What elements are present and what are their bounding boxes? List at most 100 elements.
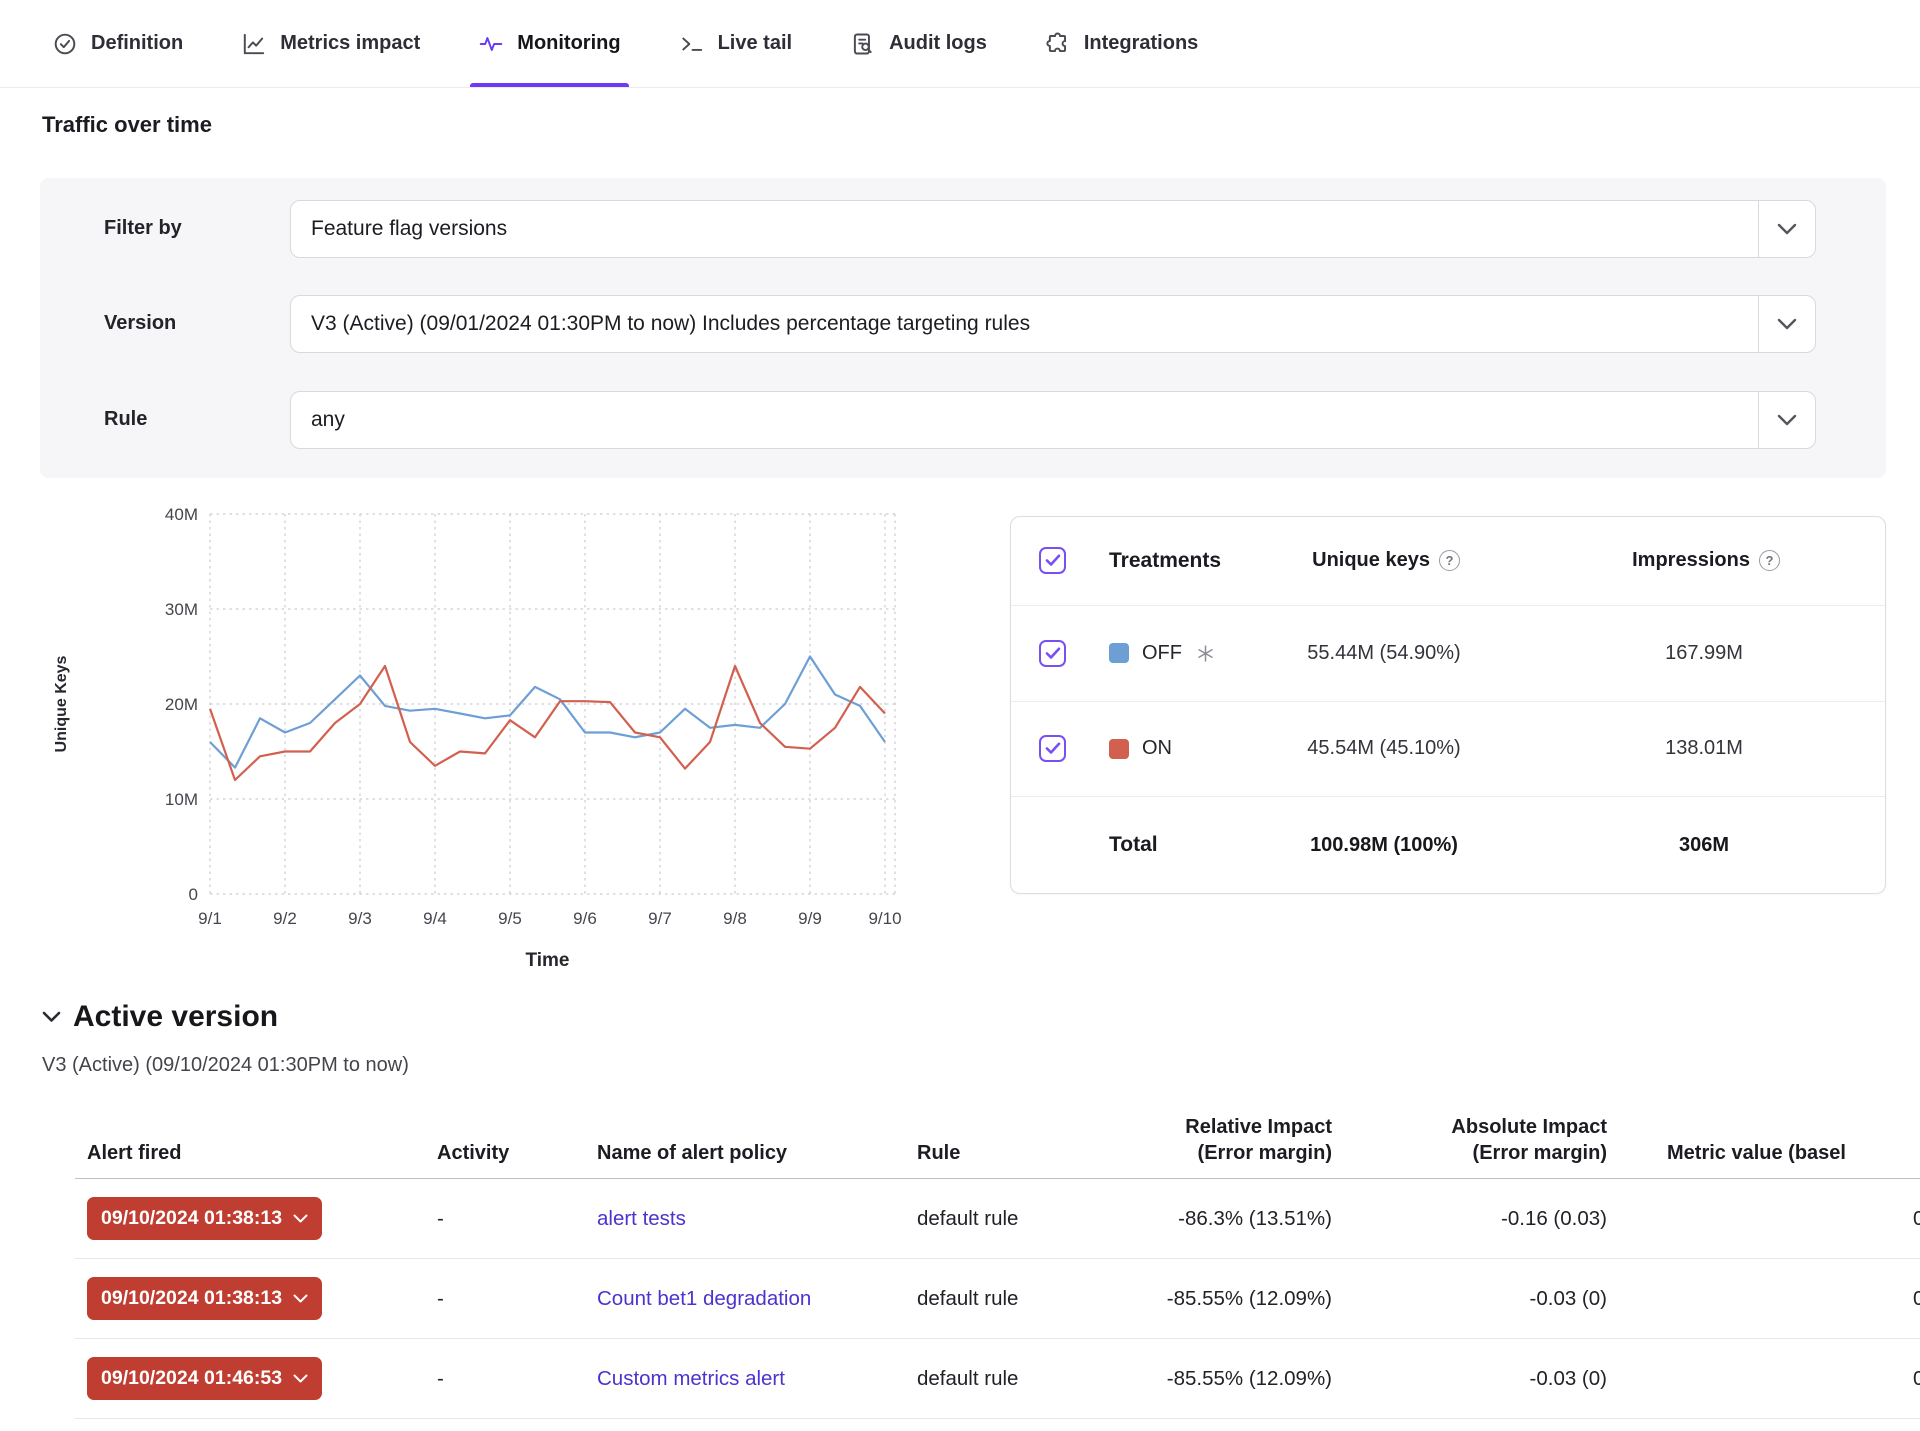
treatment-name: OFF [1142, 642, 1182, 665]
alerts-table: Alert firedActivityName of alert policyR… [75, 1095, 1920, 1419]
select-value: V3 (Active) (09/01/2024 01:30PM to now) … [291, 312, 1030, 336]
treatment-row-on: ON 45.54M (45.10%) 138.01M [1011, 701, 1885, 797]
tab-metrics-impact[interactable]: Metrics impact [241, 0, 420, 87]
monitoring-icon [478, 31, 504, 57]
relative-impact-cell: -86.3% (13.51%) [1120, 1207, 1340, 1231]
select-all-checkbox[interactable] [1039, 547, 1066, 574]
svg-text:Time: Time [525, 950, 569, 971]
alert-fired-badge[interactable]: 09/10/2024 01:46:53 [87, 1357, 322, 1400]
chevron-down-icon[interactable] [1759, 414, 1815, 426]
metrics-impact-icon [241, 31, 267, 57]
alert-fired-badge[interactable]: 09/10/2024 01:38:13 [87, 1277, 322, 1320]
treatments-total-row: Total 100.98M (100%) 306M [1011, 796, 1885, 893]
svg-text:9/8: 9/8 [723, 909, 747, 928]
svg-text:0: 0 [189, 885, 198, 904]
impressions-value: 167.99M [1549, 642, 1859, 665]
alert-policy-link[interactable]: alert tests [597, 1207, 686, 1230]
unique-keys-value: 45.54M (45.10%) [1219, 737, 1549, 760]
treatment-color-swatch [1109, 739, 1129, 759]
treatment-color-swatch [1109, 643, 1129, 663]
tab-label: Live tail [718, 32, 792, 55]
chevron-down-icon [293, 1294, 308, 1303]
help-icon[interactable]: ? [1759, 550, 1780, 571]
impressions-column-header: Impressions? [1551, 549, 1861, 572]
svg-text:9/2: 9/2 [273, 909, 297, 928]
alert-fired-timestamp: 09/10/2024 01:46:53 [101, 1367, 282, 1390]
audit-logs-icon [850, 31, 876, 57]
rule-cell: default rule [905, 1287, 1120, 1311]
absolute-impact-cell: -0.16 (0.03) [1340, 1207, 1615, 1231]
alerts-table-wrap: Alert firedActivityName of alert policyR… [75, 1095, 1920, 1425]
column-header: Activity [425, 1140, 585, 1166]
absolute-impact-cell: -0.03 (0) [1340, 1287, 1615, 1311]
tab-live-tail[interactable]: Live tail [679, 0, 792, 87]
treatments-header-row: Treatments Unique keys? Impressions? [1011, 517, 1885, 605]
impressions-value: 138.01M [1549, 737, 1859, 760]
tab-definition[interactable]: Definition [52, 0, 183, 87]
tab-audit-logs[interactable]: Audit logs [850, 0, 987, 87]
activity-cell: - [425, 1287, 585, 1311]
chevron-down-icon [293, 1374, 308, 1383]
chevron-down-icon[interactable] [1759, 318, 1815, 330]
absolute-impact-cell: -0.03 (0) [1340, 1367, 1615, 1391]
alerts-header-row: Alert firedActivityName of alert policyR… [75, 1095, 1920, 1179]
tab-label: Definition [91, 32, 183, 55]
alert-policy-link[interactable]: Custom metrics alert [597, 1367, 785, 1390]
treatments-column-header: Treatments [1109, 549, 1221, 573]
active-version-header[interactable]: Active version [42, 1000, 278, 1034]
tab-label: Monitoring [517, 32, 620, 55]
rule-cell: default rule [905, 1207, 1120, 1231]
treatment-name: ON [1142, 737, 1172, 760]
column-header: Alert fired [75, 1140, 425, 1166]
svg-text:40M: 40M [165, 505, 198, 524]
filter-label-version: Version [104, 312, 176, 335]
version-select[interactable]: V3 (Active) (09/01/2024 01:30PM to now) … [290, 295, 1816, 353]
tab-monitoring[interactable]: Monitoring [478, 0, 620, 87]
svg-text:9/6: 9/6 [573, 909, 597, 928]
svg-text:9/3: 9/3 [348, 909, 372, 928]
alert-fired-badge[interactable]: 09/10/2024 01:38:13 [87, 1197, 322, 1240]
column-header: Relative Impact(Error margin) [1120, 1114, 1340, 1166]
svg-text:9/4: 9/4 [423, 909, 447, 928]
relative-impact-cell: -85.55% (12.09%) [1120, 1367, 1340, 1391]
tab-bar: Definition Metrics impact Monitoring Live t… [0, 0, 1920, 88]
column-header: Name of alert policy [585, 1140, 905, 1166]
treatment-on-checkbox[interactable] [1039, 735, 1066, 762]
traffic-over-time-chart: 010M20M30M40M9/19/29/39/49/59/69/79/89/9… [40, 500, 960, 1000]
active-version-subtitle: V3 (Active) (09/10/2024 01:30PM to now) [42, 1054, 409, 1077]
tab-integrations[interactable]: Integrations [1045, 0, 1198, 87]
chevron-down-icon [293, 1214, 308, 1223]
total-unique-keys: 100.98M (100%) [1219, 834, 1549, 857]
total-impressions: 306M [1549, 834, 1859, 857]
svg-text:9/7: 9/7 [648, 909, 672, 928]
filter-label-filter-by: Filter by [104, 217, 182, 240]
alert-row: 09/10/2024 01:38:13 - Count bet1 degrada… [75, 1259, 1920, 1339]
chevron-down-icon[interactable] [42, 1011, 61, 1023]
monitoring-page: Definition Metrics impact Monitoring Live t… [0, 0, 1920, 1431]
help-icon[interactable]: ? [1439, 550, 1460, 571]
unique-keys-value: 55.44M (54.90%) [1219, 642, 1549, 665]
chevron-down-icon[interactable] [1759, 223, 1815, 235]
unique-keys-column-header: Unique keys? [1221, 549, 1551, 572]
alert-row: 09/10/2024 01:46:53 - Custom metrics ale… [75, 1339, 1920, 1419]
total-label: Total [1109, 833, 1219, 857]
svg-text:9/5: 9/5 [498, 909, 522, 928]
alert-policy-link[interactable]: Count bet1 degradation [597, 1287, 811, 1310]
treatment-off-checkbox[interactable] [1039, 640, 1066, 667]
relative-impact-cell: -85.55% (12.09%) [1120, 1287, 1340, 1311]
svg-text:20M: 20M [165, 695, 198, 714]
select-value: any [291, 408, 345, 432]
column-header: Absolute Impact(Error margin) [1340, 1114, 1615, 1166]
filter-by-select[interactable]: Feature flag versions [290, 200, 1816, 258]
treatments-card: Treatments Unique keys? Impressions? OFF… [1010, 516, 1886, 894]
metric-value-cell: 0.03 ( [1615, 1287, 1920, 1311]
svg-text:30M: 30M [165, 600, 198, 619]
section-title: Traffic over time [42, 112, 212, 138]
rule-select[interactable]: any [290, 391, 1816, 449]
filter-panel: Filter by Feature flag versions Version V3 … [40, 178, 1886, 478]
active-version-title: Active version [73, 1000, 278, 1034]
svg-text:9/9: 9/9 [798, 909, 822, 928]
column-header: Rule [905, 1140, 1120, 1166]
treatment-row-off: OFF 55.44M (54.90%) 167.99M [1011, 605, 1885, 701]
metric-value-cell: 0.19 ( [1615, 1207, 1920, 1231]
